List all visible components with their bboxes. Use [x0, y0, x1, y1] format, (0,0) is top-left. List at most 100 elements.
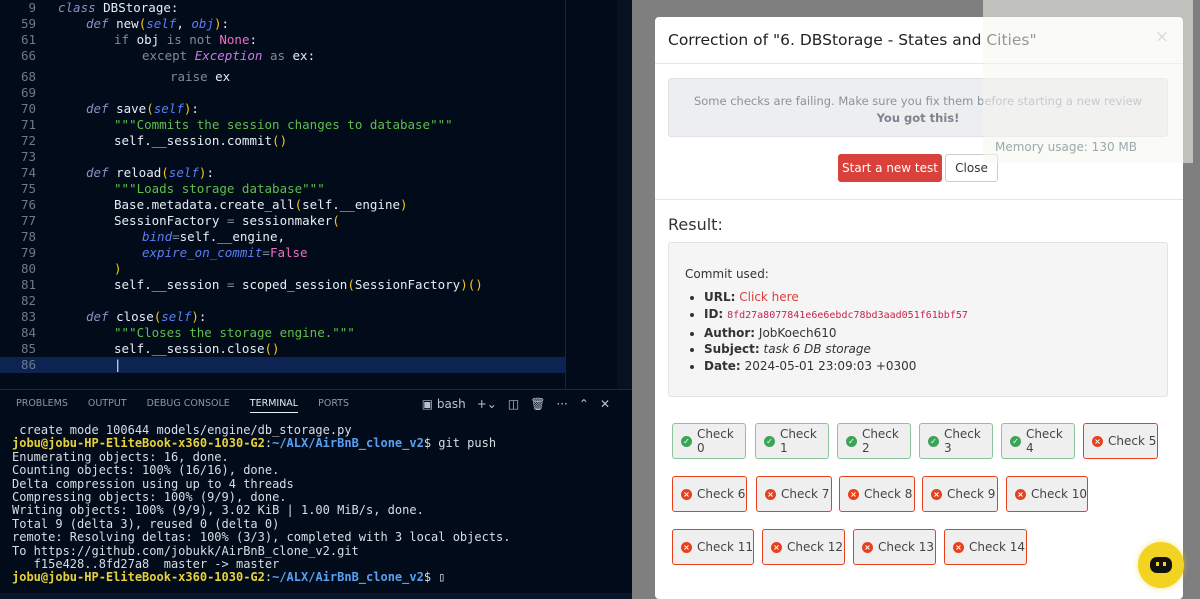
code-line[interactable]: 9 class DBStorage:: [0, 0, 565, 16]
commit-url: URL: Click here: [704, 289, 968, 306]
code-text: except Exception as ex:: [142, 48, 316, 63]
check-fail-button[interactable]: × Check 10: [1006, 476, 1088, 512]
line-number: 77: [20, 213, 36, 228]
code-line[interactable]: 75 """Loads storage database""": [0, 181, 565, 197]
terminal-output[interactable]: create mode 100644 models/engine/db_stor…: [12, 423, 511, 585]
line-number: 61: [20, 32, 36, 47]
panel-tabs: PROBLEMS OUTPUT DEBUG CONSOLE TERMINAL P…: [16, 398, 369, 413]
code-line[interactable]: 71 """Commits the session changes to data…: [0, 117, 565, 133]
commit-url-link[interactable]: Click here: [739, 290, 798, 304]
tab-ports[interactable]: PORTS: [318, 398, 349, 413]
check-fail-button[interactable]: × Check 5: [1083, 423, 1158, 459]
code-line[interactable]: 76 Base.metadata.create_all(self.__engine…: [0, 197, 565, 213]
code-line[interactable]: 84 """Closes the storage engine.""": [0, 325, 565, 341]
line-number: 81: [20, 277, 36, 292]
terminal-line: Total 9 (delta 3), reused 0 (delta 0): [12, 516, 280, 531]
x-circle-icon: ×: [771, 541, 782, 553]
check-fail-button[interactable]: × Check 8: [839, 476, 915, 512]
check-label: Check 2: [861, 427, 899, 455]
check-pass-button[interactable]: ✓ Check 1: [755, 423, 829, 459]
line-number: 79: [20, 245, 36, 260]
tab-terminal[interactable]: TERMINAL: [249, 398, 299, 413]
check-label: Check 14: [969, 540, 1025, 554]
code-line[interactable]: 61 if obj is not None:: [0, 32, 565, 48]
code-text: self.__session = scoped_session(SessionF…: [114, 277, 483, 292]
check-label: Check 11: [697, 540, 753, 554]
editor-scrollbar[interactable]: [617, 0, 632, 389]
check-pass-button[interactable]: ✓ Check 0: [672, 423, 746, 459]
code-line[interactable]: 79 expire_on_commit=False: [0, 245, 565, 261]
code-text: """Closes the storage engine.""": [114, 325, 355, 340]
check-fail-button[interactable]: × Check 7: [756, 476, 832, 512]
line-number: 66: [20, 48, 36, 63]
check-label: Check 3: [943, 427, 981, 455]
code-line[interactable]: 83 def close(self):: [0, 309, 565, 325]
trash-icon[interactable]: 🗑: [530, 397, 545, 411]
check-fail-button[interactable]: × Check 13: [853, 529, 936, 565]
terminal-line: f15e428..8fd27a8 master -> master: [12, 557, 280, 572]
tab-problems[interactable]: PROBLEMS: [16, 398, 68, 413]
commit-subject: Subject: task 6 DB storage: [704, 341, 968, 358]
check-label: Check 12: [787, 540, 843, 554]
check-fail-button[interactable]: × Check 11: [672, 529, 754, 565]
close-panel-icon[interactable]: ✕: [600, 397, 610, 411]
chat-button[interactable]: [1138, 542, 1184, 588]
start-new-test-button[interactable]: Start a new test: [838, 154, 942, 182]
code-text: |: [114, 357, 122, 372]
code-line[interactable]: 81 self.__session = scoped_session(Sessio…: [0, 277, 565, 293]
tab-output[interactable]: OUTPUT: [88, 398, 127, 413]
code-line[interactable]: 66 except Exception as ex:: [0, 48, 565, 64]
code-line[interactable]: 72 self.__session.commit(): [0, 133, 565, 149]
tab-debug-console[interactable]: DEBUG CONSOLE: [147, 398, 230, 413]
shell-selector[interactable]: ▣ bash: [422, 397, 466, 411]
minimap[interactable]: [565, 0, 617, 389]
more-icon[interactable]: ···: [556, 397, 567, 411]
code-line[interactable]: 86 |: [0, 357, 565, 373]
check-label: Check 0: [696, 427, 734, 455]
code-line[interactable]: 82: [0, 293, 565, 309]
new-terminal-icon[interactable]: +⌄: [477, 397, 497, 411]
alert-bold-text: You got this!: [876, 111, 960, 125]
code-text: Base.metadata.create_all(self.__engine): [114, 197, 408, 212]
check-fail-button[interactable]: × Check 6: [672, 476, 747, 512]
code-editor[interactable]: 9 class DBStorage: 59 def new(self, obj): 61…: [0, 0, 632, 389]
code-line[interactable]: 74 def reload(self):: [0, 165, 565, 181]
commit-date: Date: 2024-05-01 23:09:03 +0300: [704, 358, 968, 375]
code-line[interactable]: 59 def new(self, obj):: [0, 16, 565, 32]
code-text: self.__session.close(): [114, 341, 280, 356]
code-line[interactable]: 68 raise ex: [0, 69, 565, 85]
terminal-line: Compressing objects: 100% (9/9), done.: [12, 490, 287, 505]
check-pass-button[interactable]: ✓ Check 4: [1001, 423, 1075, 459]
x-circle-icon: ×: [931, 488, 942, 500]
split-terminal-icon[interactable]: ◫: [508, 397, 519, 411]
line-number: 75: [20, 181, 36, 196]
check-pass-button[interactable]: ✓ Check 3: [919, 423, 993, 459]
check-fail-button[interactable]: × Check 14: [944, 529, 1027, 565]
line-number: 85: [20, 341, 36, 356]
code-line[interactable]: 85 self.__session.close(): [0, 341, 565, 357]
maximize-icon[interactable]: ⌃: [579, 397, 589, 411]
code-line[interactable]: 80): [0, 261, 565, 277]
check-fail-button[interactable]: × Check 12: [762, 529, 845, 565]
line-number: 76: [20, 197, 36, 212]
check-fail-button[interactable]: × Check 9: [922, 476, 998, 512]
line-number: 73: [20, 149, 36, 164]
terminal-line: Delta compression using up to 4 threads: [12, 476, 294, 491]
code-line[interactable]: 77 SessionFactory = sessionmaker(: [0, 213, 565, 229]
divider: [655, 199, 1183, 200]
code-line[interactable]: 73: [0, 149, 565, 165]
commit-label: Commit used:: [685, 267, 769, 281]
code-line[interactable]: 70 def save(self):: [0, 101, 565, 117]
check-pass-button[interactable]: ✓ Check 2: [837, 423, 911, 459]
code-line[interactable]: 78 bind=self.__engine,: [0, 229, 565, 245]
terminal-line: jobu@jobu-HP-EliteBook-x360-1030-G2:~/AL…: [12, 436, 497, 451]
code-line[interactable]: 69: [0, 85, 565, 101]
commit-author: Author: JobKoech610: [704, 325, 968, 342]
code-text: expire_on_commit=False: [142, 245, 308, 260]
code-text: def reload(self):: [86, 165, 214, 180]
terminal-icon: ▣: [421, 397, 437, 411]
panel-actions: ▣ bash +⌄ ◫ 🗑 ··· ⌃ ✕: [422, 397, 610, 411]
terminal-line: Counting objects: 100% (16/16), done.: [12, 463, 280, 478]
code-text: def save(self):: [86, 101, 199, 116]
code-text: self.__session.commit(): [114, 133, 288, 148]
